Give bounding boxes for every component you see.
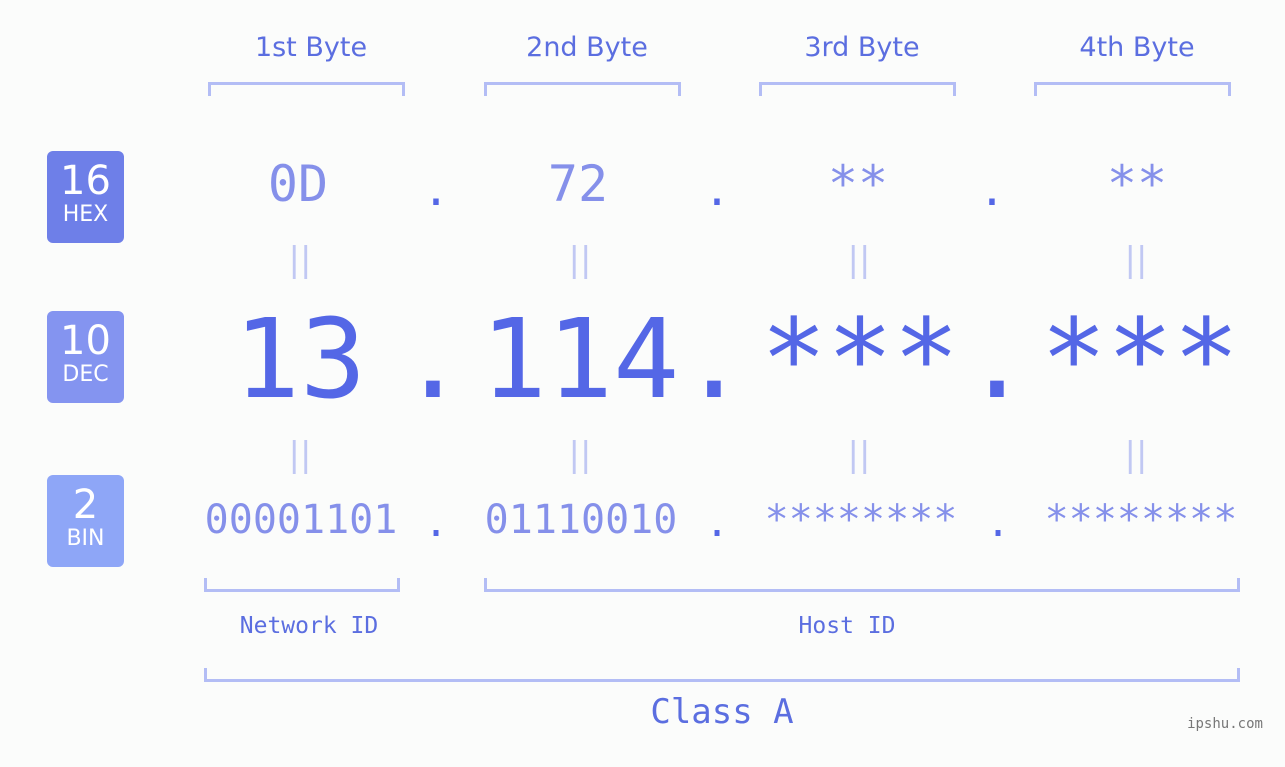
dec-byte-4: *** bbox=[1040, 295, 1240, 423]
equals-dec-bin-2: || bbox=[568, 435, 592, 475]
dec-byte-1: 13 bbox=[233, 295, 367, 423]
hex-dot-2: . bbox=[703, 165, 731, 216]
hex-base-number: 16 bbox=[60, 158, 111, 204]
class-bracket bbox=[204, 668, 1240, 682]
hex-dot-1: . bbox=[422, 165, 450, 216]
hex-byte-3: ** bbox=[827, 155, 889, 213]
bin-base-number: 2 bbox=[72, 482, 99, 528]
byte-4-label: 4th Byte bbox=[1079, 32, 1195, 63]
hex-byte-1: 0D bbox=[267, 155, 329, 213]
network-id-label: Network ID bbox=[239, 613, 379, 639]
hex-dot-3: . bbox=[978, 165, 1006, 216]
byte-3-bracket bbox=[759, 82, 956, 96]
dec-dot-2: . bbox=[680, 295, 748, 423]
hex-base-name: HEX bbox=[62, 202, 109, 227]
dec-byte-2: 114 bbox=[480, 295, 680, 423]
bin-byte-3: ******** bbox=[764, 497, 958, 543]
equals-dec-bin-4: || bbox=[1124, 435, 1148, 475]
bin-dot-3: . bbox=[985, 500, 1011, 546]
bin-badge: 2 BIN bbox=[47, 475, 124, 567]
dec-dot-3: . bbox=[963, 295, 1031, 423]
dec-base-name: DEC bbox=[62, 362, 109, 387]
bin-base-name: BIN bbox=[66, 526, 105, 551]
watermark: ipshu.com bbox=[1187, 716, 1263, 732]
host-id-bracket bbox=[484, 578, 1240, 592]
class-label: Class A bbox=[650, 692, 794, 732]
bin-byte-2: 01110010 bbox=[484, 497, 678, 543]
equals-hex-dec-1: || bbox=[288, 240, 312, 280]
dec-badge: 10 DEC bbox=[47, 311, 124, 403]
bin-dot-1: . bbox=[423, 500, 449, 546]
equals-hex-dec-3: || bbox=[847, 240, 871, 280]
byte-2-bracket bbox=[484, 82, 681, 96]
hex-byte-4: ** bbox=[1106, 155, 1168, 213]
dec-byte-3: *** bbox=[760, 295, 960, 423]
byte-3-label: 3rd Byte bbox=[804, 32, 920, 63]
dec-base-number: 10 bbox=[60, 318, 111, 364]
bin-dot-2: . bbox=[704, 500, 730, 546]
network-id-bracket bbox=[204, 578, 400, 592]
bin-byte-4: ******** bbox=[1044, 497, 1238, 543]
hex-badge: 16 HEX bbox=[47, 151, 124, 243]
equals-dec-bin-1: || bbox=[288, 435, 312, 475]
byte-2-label: 2nd Byte bbox=[526, 32, 648, 63]
byte-1-label: 1st Byte bbox=[254, 32, 368, 63]
dec-dot-1: . bbox=[399, 295, 467, 423]
equals-hex-dec-2: || bbox=[568, 240, 592, 280]
hex-byte-2: 72 bbox=[547, 155, 609, 213]
bin-byte-1: 00001101 bbox=[204, 497, 398, 543]
host-id-label: Host ID bbox=[798, 613, 896, 639]
byte-4-bracket bbox=[1034, 82, 1231, 96]
equals-hex-dec-4: || bbox=[1124, 240, 1148, 280]
byte-1-bracket bbox=[208, 82, 405, 96]
equals-dec-bin-3: || bbox=[847, 435, 871, 475]
